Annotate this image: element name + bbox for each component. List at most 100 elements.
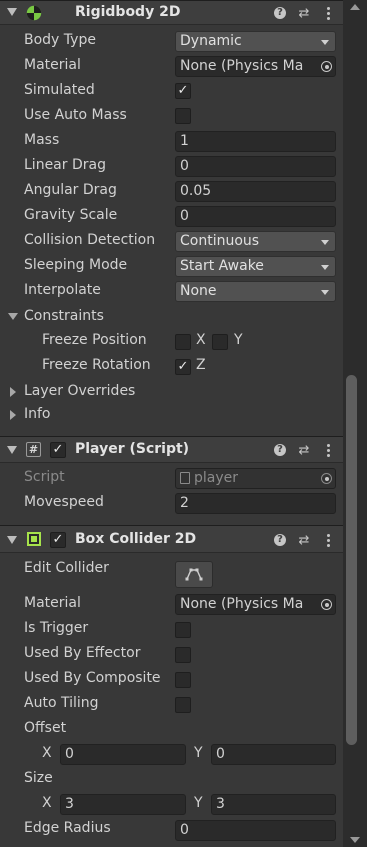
layer-overrides-fold-icon[interactable] <box>10 387 16 397</box>
linear-drag-input[interactable]: 0 <box>175 156 336 177</box>
object-picker-icon <box>321 473 332 484</box>
interpolate-label: Interpolate <box>24 282 101 298</box>
auto-tiling-checkbox[interactable] <box>175 697 191 713</box>
player-script-enabled-checkbox[interactable]: ✓ <box>50 442 66 458</box>
body-type-label: Body Type <box>24 32 96 48</box>
player-script-header[interactable]: # ✓ Player (Script) ? ⇄ <box>0 436 343 463</box>
angular-drag-input[interactable]: 0.05 <box>175 181 336 202</box>
mass-label: Mass <box>24 132 60 148</box>
script-file-icon <box>180 472 190 484</box>
freeze-position-y-checkbox[interactable] <box>212 334 228 350</box>
simulated-label: Simulated <box>24 82 95 98</box>
material-field[interactable]: None (Physics Ma <box>175 56 336 77</box>
fold-down-icon[interactable] <box>7 8 17 16</box>
edit-collider-button[interactable] <box>175 561 213 588</box>
edit-shape-icon <box>185 568 203 581</box>
offset-x-label[interactable]: X <box>42 745 52 761</box>
component-title: Rigidbody 2D <box>75 4 181 20</box>
vertical-scrollbar[interactable] <box>343 0 367 847</box>
freeze-position-x-label: X <box>196 332 206 348</box>
freeze-rotation-z-checkbox[interactable]: ✓ <box>175 359 191 375</box>
object-picker-icon[interactable] <box>321 61 332 72</box>
scroll-up-icon[interactable] <box>350 4 360 10</box>
kebab-menu-icon[interactable] <box>321 442 335 458</box>
freeze-rotation-z-label: Z <box>196 357 206 373</box>
chevron-down-icon <box>321 265 329 270</box>
used-by-effector-checkbox[interactable] <box>175 647 191 663</box>
collider-material-label: Material <box>24 595 81 611</box>
constraints-label[interactable]: Constraints <box>24 308 104 324</box>
kebab-menu-icon[interactable] <box>321 5 335 21</box>
constraints-fold-icon[interactable] <box>8 313 18 320</box>
box-collider-header[interactable]: ✓ Box Collider 2D ? ⇄ <box>0 525 343 553</box>
component-title: Box Collider 2D <box>75 531 197 547</box>
size-label: Size <box>24 770 53 786</box>
offset-y-input[interactable]: 0 <box>211 744 336 765</box>
inspector-panel: Rigidbody 2D ? ⇄ Body Type Dynamic Mater… <box>0 0 343 847</box>
mass-input[interactable]: 1 <box>175 131 336 152</box>
movespeed-input[interactable]: 2 <box>175 493 336 514</box>
material-value: None (Physics Ma <box>180 58 304 74</box>
help-icon[interactable]: ? <box>273 5 287 21</box>
freeze-position-label: Freeze Position <box>42 332 147 348</box>
gravity-scale-input[interactable]: 0 <box>175 206 336 227</box>
interpolate-dropdown[interactable]: None <box>175 281 336 302</box>
help-icon[interactable]: ? <box>273 532 287 548</box>
script-field: player <box>175 468 336 489</box>
collision-detection-value: Continuous <box>180 233 260 249</box>
movespeed-label: Movespeed <box>24 494 104 510</box>
script-label: Script <box>24 469 65 485</box>
presets-icon[interactable]: ⇄ <box>297 442 311 458</box>
presets-icon[interactable]: ⇄ <box>297 5 311 21</box>
used-by-composite-label: Used By Composite <box>24 670 161 686</box>
collider-material-value: None (Physics Ma <box>180 596 304 612</box>
collision-detection-dropdown[interactable]: Continuous <box>175 231 336 252</box>
use-auto-mass-checkbox[interactable] <box>175 108 191 124</box>
angular-drag-label: Angular Drag <box>24 182 117 198</box>
info-fold-icon[interactable] <box>10 410 16 420</box>
is-trigger-checkbox[interactable] <box>175 622 191 638</box>
kebab-menu-icon[interactable] <box>321 532 335 548</box>
edge-radius-label: Edge Radius <box>24 820 111 836</box>
rigidbody2d-header[interactable]: Rigidbody 2D ? ⇄ <box>0 0 343 25</box>
chevron-down-icon <box>321 240 329 245</box>
offset-x-input[interactable]: 0 <box>60 744 186 765</box>
size-y-label[interactable]: Y <box>194 795 203 811</box>
fold-down-icon[interactable] <box>7 536 17 544</box>
simulated-checkbox[interactable]: ✓ <box>175 83 191 99</box>
rigidbody2d-icon <box>26 5 42 21</box>
chevron-down-icon <box>321 290 329 295</box>
size-y-input[interactable]: 3 <box>211 794 336 815</box>
collider-material-field[interactable]: None (Physics Ma <box>175 594 336 615</box>
presets-icon[interactable]: ⇄ <box>297 532 311 548</box>
offset-y-label[interactable]: Y <box>194 745 203 761</box>
size-x-input[interactable]: 3 <box>60 794 186 815</box>
material-label: Material <box>24 57 81 73</box>
object-picker-icon[interactable] <box>321 599 332 610</box>
layer-overrides-label[interactable]: Layer Overrides <box>24 383 135 399</box>
script-value: player <box>194 470 239 486</box>
edge-radius-input[interactable]: 0 <box>175 820 336 841</box>
gravity-scale-label: Gravity Scale <box>24 207 118 223</box>
auto-tiling-label: Auto Tiling <box>24 695 99 711</box>
size-x-label[interactable]: X <box>42 795 52 811</box>
body-type-dropdown[interactable]: Dynamic <box>175 31 336 52</box>
info-label[interactable]: Info <box>24 406 51 422</box>
sleeping-mode-value: Start Awake <box>180 258 264 274</box>
box-collider-enabled-checkbox[interactable]: ✓ <box>50 532 66 548</box>
script-icon: # <box>26 442 41 457</box>
fold-down-icon[interactable] <box>7 446 17 454</box>
freeze-position-x-checkbox[interactable] <box>175 334 191 350</box>
scroll-down-icon[interactable] <box>350 837 360 843</box>
used-by-composite-checkbox[interactable] <box>175 672 191 688</box>
freeze-position-y-label: Y <box>234 332 243 348</box>
box-collider-icon <box>27 532 41 546</box>
offset-label: Offset <box>24 720 67 736</box>
collision-detection-label: Collision Detection <box>24 232 156 248</box>
help-icon[interactable]: ? <box>273 442 287 458</box>
scrollbar-thumb[interactable] <box>346 375 357 745</box>
is-trigger-label: Is Trigger <box>24 620 89 636</box>
edit-collider-label: Edit Collider <box>24 560 109 576</box>
body-type-value: Dynamic <box>180 33 242 49</box>
sleeping-mode-dropdown[interactable]: Start Awake <box>175 256 336 277</box>
